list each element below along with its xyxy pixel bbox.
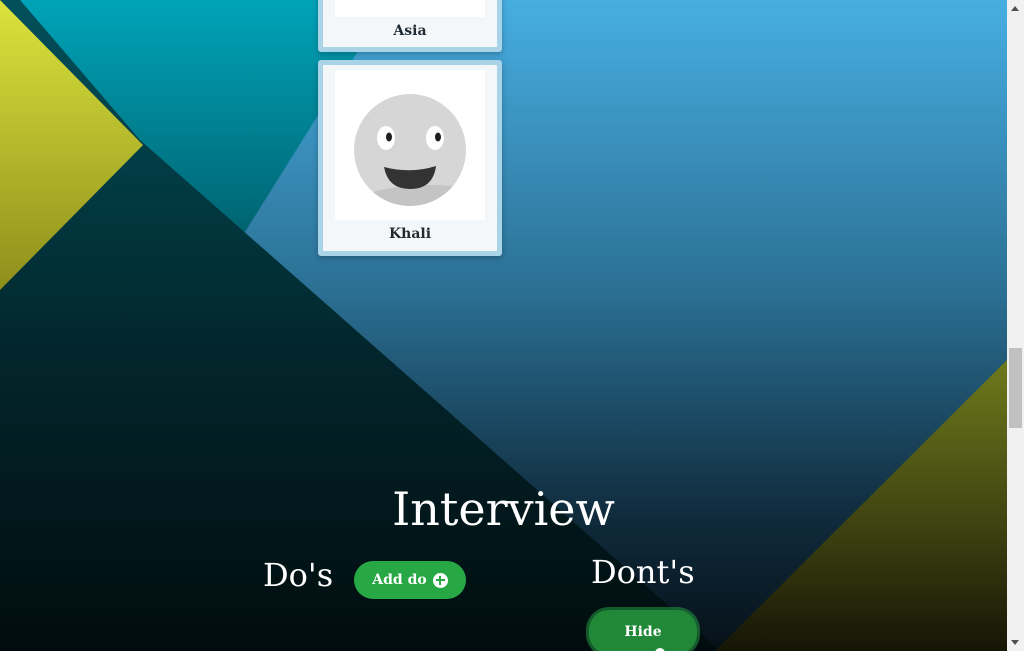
profile-card-khali[interactable]: Khali	[318, 60, 502, 256]
add-do-button[interactable]: Add do	[354, 561, 466, 599]
scroll-down-button[interactable]	[1007, 634, 1024, 651]
scroll-up-button[interactable]	[1007, 0, 1024, 17]
profile-card-asia[interactable]: Asia	[318, 0, 502, 52]
card-avatar	[335, 70, 485, 220]
vertical-scrollbar[interactable]	[1007, 0, 1024, 651]
scrollbar-thumb[interactable]	[1009, 348, 1022, 428]
dos-heading: Do's	[263, 556, 334, 594]
plus-circle-icon	[432, 572, 448, 588]
smiley-face-icon	[354, 94, 466, 206]
page-viewport: Asia Khali Interview Do's Add do Dont's …	[0, 0, 1024, 651]
card-name: Asia	[393, 23, 427, 39]
arrow-down-icon	[1011, 640, 1019, 645]
card-name: Khali	[388, 226, 432, 242]
add-do-label: Add do	[372, 572, 427, 588]
placeholder-image-icon	[335, 0, 485, 17]
arrow-up-icon	[1011, 6, 1019, 11]
hide-button[interactable]: Hide	[589, 610, 697, 651]
donts-heading: Dont's	[591, 553, 695, 591]
hide-label: Hide	[624, 624, 662, 640]
interview-heading: Interview	[392, 482, 615, 536]
background-decoration	[0, 0, 1007, 651]
